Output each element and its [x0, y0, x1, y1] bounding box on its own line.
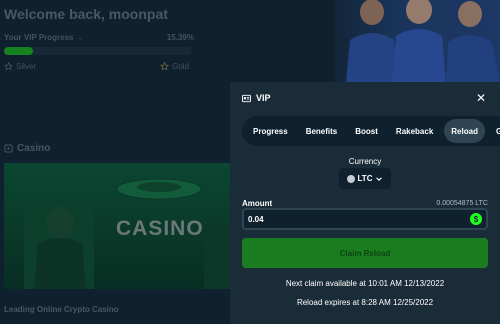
amount-crypto-value: 0.00054875 LTC: [436, 200, 488, 207]
vip-card-icon: [242, 94, 251, 102]
ltc-coin-icon: [346, 174, 355, 183]
modal-title: VIP: [256, 93, 271, 103]
banner-title: CASINO: [116, 217, 204, 240]
currency-select[interactable]: LTC: [339, 168, 391, 189]
amount-label: Amount: [242, 199, 273, 208]
tab-giveaway[interactable]: Giv: [489, 119, 500, 143]
vip-progress-percent: 15.39%: [166, 33, 194, 42]
player-photo: [346, 0, 500, 82]
promo-hero-image[interactable]: [334, 0, 500, 82]
welcome-heading: Welcome back, moonpat: [4, 6, 168, 22]
tab-progress[interactable]: Progress: [246, 119, 295, 143]
reload-expires-note: Reload expires at 8:28 AM 12/25/2022: [296, 298, 434, 307]
vip-progress-label: Your VIP Progress: [4, 33, 74, 42]
amount-field[interactable]: $: [242, 208, 488, 230]
star-icon: [160, 62, 169, 71]
crypto-icon: $: [470, 213, 482, 225]
casino-caption: Leading Online Crypto Casino: [4, 305, 119, 314]
casino-heading: Casino: [17, 143, 51, 154]
chevron-down-icon: [376, 176, 383, 181]
next-claim-note: Next claim available at 10:01 AM 12/13/2…: [285, 279, 445, 288]
vip-progress-row[interactable]: Your VIP Progress → 15.39%: [4, 33, 194, 42]
vip-tabs: Progress Benefits Boost Rakeback Reload …: [242, 116, 500, 146]
tier-next-label: Gold: [172, 62, 189, 71]
tab-benefits[interactable]: Benefits: [299, 119, 345, 143]
vip-modal: VIP ✕ Progress Benefits Boost Rakeback R…: [230, 82, 500, 324]
tab-boost[interactable]: Boost: [348, 119, 385, 143]
casino-section-header[interactable]: Casino: [4, 143, 50, 154]
vip-progress-bar: [4, 47, 192, 55]
tier-next: Gold: [160, 62, 189, 71]
tier-current-label: Silver: [16, 62, 37, 71]
currency-label: Currency: [348, 157, 382, 166]
modal-header: VIP: [242, 93, 271, 103]
star-icon: [4, 62, 13, 71]
arrow-right-icon: →: [75, 33, 84, 42]
currency-value: LTC: [357, 174, 373, 183]
vip-progress-fill: [4, 47, 33, 55]
tier-current: Silver: [4, 62, 36, 71]
casino-icon: [4, 144, 13, 153]
casino-banner[interactable]: CASINO: [4, 163, 230, 289]
amount-input[interactable]: [248, 214, 448, 224]
claim-reload-button[interactable]: Claim Reload: [242, 238, 488, 268]
tab-reload[interactable]: Reload: [444, 119, 485, 143]
tab-rakeback[interactable]: Rakeback: [389, 119, 440, 143]
close-icon[interactable]: ✕: [476, 91, 486, 105]
